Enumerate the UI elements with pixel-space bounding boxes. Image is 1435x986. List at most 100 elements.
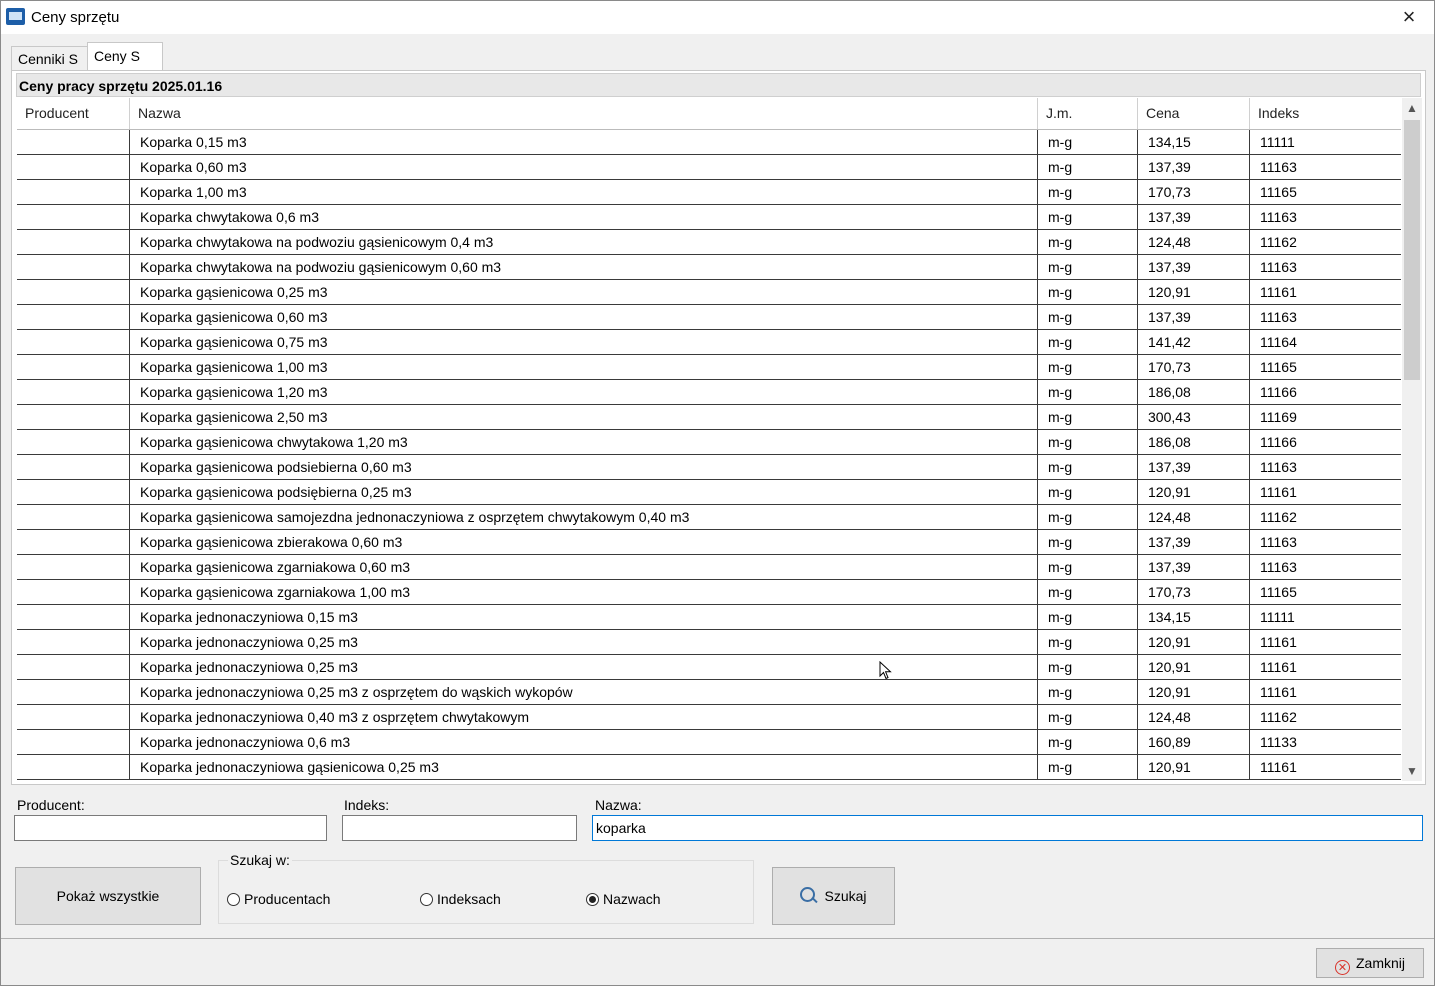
cell-producent[interactable]: [17, 330, 130, 354]
cell-cena[interactable]: 120,91: [1138, 480, 1250, 504]
cell-producent[interactable]: [17, 455, 130, 479]
cell-nazwa[interactable]: Koparka chwytakowa na podwoziu gąsienico…: [130, 230, 1038, 254]
cell-indeks[interactable]: 11169: [1250, 405, 1401, 429]
cell-indeks[interactable]: 11111: [1250, 605, 1401, 629]
cell-jm[interactable]: m-g: [1038, 455, 1138, 479]
indeks-input[interactable]: [346, 816, 576, 840]
column-header-cena[interactable]: Cena: [1138, 98, 1250, 129]
cell-producent[interactable]: [17, 405, 130, 429]
search-button[interactable]: Szukaj: [772, 867, 895, 925]
cell-producent[interactable]: [17, 705, 130, 729]
cell-indeks[interactable]: 11164: [1250, 330, 1401, 354]
producent-field[interactable]: [14, 815, 327, 841]
cell-producent[interactable]: [17, 280, 130, 304]
cell-indeks[interactable]: 11162: [1250, 505, 1401, 529]
table-row[interactable]: Koparka gąsienicowa zbierakowa 0,60 m3 m-…: [17, 530, 1401, 555]
cell-jm[interactable]: m-g: [1038, 480, 1138, 504]
cell-indeks[interactable]: 11166: [1250, 380, 1401, 404]
cell-nazwa[interactable]: Koparka chwytakowa na podwoziu gąsienico…: [130, 255, 1038, 279]
cell-nazwa[interactable]: Koparka gąsienicowa zgarniakowa 1,00 m3: [130, 580, 1038, 604]
vertical-scrollbar[interactable]: ▲ ▼: [1402, 98, 1422, 781]
cell-nazwa[interactable]: Koparka gąsienicowa 2,50 m3: [130, 405, 1038, 429]
table-row[interactable]: Koparka jednonaczyniowa 0,15 m3 m-g 134,15…: [17, 605, 1401, 630]
cell-nazwa[interactable]: Koparka gąsienicowa podsiębierna 0,25 m3: [130, 480, 1038, 504]
cell-producent[interactable]: [17, 430, 130, 454]
cell-cena[interactable]: 186,08: [1138, 380, 1250, 404]
radio-producentach[interactable]: Producentach: [227, 890, 330, 908]
cell-nazwa[interactable]: Koparka gąsienicowa zbierakowa 0,60 m3: [130, 530, 1038, 554]
scroll-thumb[interactable]: [1404, 120, 1420, 380]
scroll-down-icon[interactable]: ▼: [1402, 761, 1422, 781]
cell-nazwa[interactable]: Koparka 1,00 m3: [130, 180, 1038, 204]
cell-cena[interactable]: 134,15: [1138, 605, 1250, 629]
cell-cena[interactable]: 160,89: [1138, 730, 1250, 754]
cell-producent[interactable]: [17, 130, 130, 154]
window-close-button[interactable]: ×: [1394, 5, 1424, 29]
cell-indeks[interactable]: 11161: [1250, 630, 1401, 654]
table-row[interactable]: Koparka 1,00 m3 m-g 170,73 11165: [17, 180, 1401, 205]
cell-producent[interactable]: [17, 155, 130, 179]
cell-nazwa[interactable]: Koparka gąsienicowa 0,60 m3: [130, 305, 1038, 329]
cell-cena[interactable]: 120,91: [1138, 755, 1250, 779]
table-row[interactable]: Koparka gąsienicowa 1,00 m3 m-g 170,73 1116…: [17, 355, 1401, 380]
cell-jm[interactable]: m-g: [1038, 205, 1138, 229]
cell-jm[interactable]: m-g: [1038, 505, 1138, 529]
cell-jm[interactable]: m-g: [1038, 430, 1138, 454]
cell-producent[interactable]: [17, 380, 130, 404]
cell-cena[interactable]: 120,91: [1138, 680, 1250, 704]
table-row[interactable]: Koparka gąsienicowa 1,20 m3 m-g 186,08 1116…: [17, 380, 1401, 405]
cell-indeks[interactable]: 11163: [1250, 155, 1401, 179]
cell-jm[interactable]: m-g: [1038, 580, 1138, 604]
table-row[interactable]: Koparka gąsienicowa zgarniakowa 0,60 m3 m…: [17, 555, 1401, 580]
cell-cena[interactable]: 170,73: [1138, 355, 1250, 379]
cell-producent[interactable]: [17, 355, 130, 379]
cell-indeks[interactable]: 11111: [1250, 130, 1401, 154]
cell-jm[interactable]: m-g: [1038, 155, 1138, 179]
cell-cena[interactable]: 137,39: [1138, 155, 1250, 179]
cell-cena[interactable]: 170,73: [1138, 580, 1250, 604]
cell-nazwa[interactable]: Koparka gąsienicowa 1,20 m3: [130, 380, 1038, 404]
cell-jm[interactable]: m-g: [1038, 330, 1138, 354]
cell-nazwa[interactable]: Koparka jednonaczyniowa 0,25 m3 z osprzę…: [130, 680, 1038, 704]
cell-nazwa[interactable]: Koparka gąsienicowa samojezdna jednonacz…: [130, 505, 1038, 529]
cell-indeks[interactable]: 11163: [1250, 205, 1401, 229]
show-all-button[interactable]: Pokaż wszystkie: [15, 867, 201, 925]
table-row[interactable]: Koparka gąsienicowa podsiębierna 0,25 m3…: [17, 480, 1401, 505]
cell-nazwa[interactable]: Koparka jednonaczyniowa 0,25 m3: [130, 655, 1038, 679]
cell-producent[interactable]: [17, 305, 130, 329]
cell-cena[interactable]: 186,08: [1138, 430, 1250, 454]
cell-nazwa[interactable]: Koparka jednonaczyniowa gąsienicowa 0,25…: [130, 755, 1038, 779]
cell-jm[interactable]: m-g: [1038, 605, 1138, 629]
cell-jm[interactable]: m-g: [1038, 530, 1138, 554]
table-row[interactable]: Koparka gąsienicowa 0,25 m3 m-g 120,91 1116…: [17, 280, 1401, 305]
cell-cena[interactable]: 137,39: [1138, 305, 1250, 329]
cell-nazwa[interactable]: Koparka jednonaczyniowa 0,15 m3: [130, 605, 1038, 629]
cell-cena[interactable]: 134,15: [1138, 130, 1250, 154]
cell-nazwa[interactable]: Koparka gąsienicowa zgarniakowa 0,60 m3: [130, 555, 1038, 579]
cell-producent[interactable]: [17, 255, 130, 279]
cell-jm[interactable]: m-g: [1038, 355, 1138, 379]
cell-indeks[interactable]: 11162: [1250, 230, 1401, 254]
cell-jm[interactable]: m-g: [1038, 380, 1138, 404]
cell-indeks[interactable]: 11161: [1250, 280, 1401, 304]
cell-nazwa[interactable]: Koparka 0,15 m3: [130, 130, 1038, 154]
tab-cenniki-s[interactable]: Cenniki S: [11, 46, 99, 71]
cell-cena[interactable]: 300,43: [1138, 405, 1250, 429]
column-header-indeks[interactable]: Indeks: [1250, 98, 1401, 129]
cell-indeks[interactable]: 11163: [1250, 455, 1401, 479]
cell-cena[interactable]: 120,91: [1138, 655, 1250, 679]
cell-indeks[interactable]: 11161: [1250, 480, 1401, 504]
cell-nazwa[interactable]: Koparka jednonaczyniowa 0,40 m3 z osprzę…: [130, 705, 1038, 729]
cell-producent[interactable]: [17, 505, 130, 529]
scroll-up-icon[interactable]: ▲: [1402, 98, 1422, 118]
cell-jm[interactable]: m-g: [1038, 755, 1138, 779]
close-button[interactable]: ✕ Zamknij: [1316, 948, 1424, 978]
cell-producent[interactable]: [17, 680, 130, 704]
table-row[interactable]: Koparka jednonaczyniowa 0,25 m3 m-g 120,91…: [17, 630, 1401, 655]
cell-indeks[interactable]: 11161: [1250, 755, 1401, 779]
cell-cena[interactable]: 124,48: [1138, 505, 1250, 529]
cell-producent[interactable]: [17, 605, 130, 629]
cell-producent[interactable]: [17, 655, 130, 679]
indeks-field[interactable]: [342, 815, 577, 841]
cell-producent[interactable]: [17, 530, 130, 554]
